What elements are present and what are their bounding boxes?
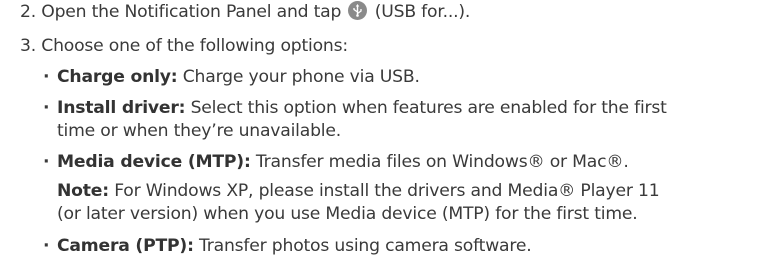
- usb-icon: [348, 1, 368, 20]
- note-label: Note:: [57, 181, 109, 201]
- option-label: Install driver:: [57, 98, 186, 118]
- note-cont: (or later version) when you use Media de…: [57, 203, 638, 225]
- option-camera: Camera (PTP): Transfer photos using came…: [57, 235, 532, 257]
- step-number: 3.: [20, 36, 36, 56]
- bullet: ·: [43, 67, 50, 87]
- option-description: Charge your phone via USB.: [182, 67, 420, 87]
- option-install-driver-cont: time or when they’re unavailable.: [57, 120, 341, 142]
- option-description: Transfer photos using camera software.: [199, 236, 532, 256]
- note-text-cont: (or later version) when you use Media de…: [57, 204, 638, 224]
- option-label: Camera (PTP):: [57, 236, 194, 256]
- option-label: Media device (MTP):: [57, 152, 251, 172]
- step-text-after: (USB for...).: [374, 2, 471, 22]
- option-install-driver: Install driver: Select this option when …: [57, 97, 667, 119]
- option-description: Transfer media files on Windows® or Mac®…: [255, 152, 629, 172]
- step-3: 3. Choose one of the following options:: [20, 35, 348, 57]
- step-text: Open the Notification Panel and tap: [41, 2, 342, 22]
- note: Note: For Windows XP, please install the…: [57, 180, 660, 202]
- bullet: ·: [43, 236, 50, 256]
- bullet: ·: [43, 152, 50, 172]
- option-description-cont: time or when they’re unavailable.: [57, 121, 342, 141]
- note-text: For Windows XP, please install the drive…: [114, 181, 660, 201]
- option-charge-only: Charge only: Charge your phone via USB.: [57, 66, 420, 88]
- bullet: ·: [43, 98, 50, 118]
- step-text: Choose one of the following options:: [41, 36, 348, 56]
- option-label: Charge only:: [57, 67, 178, 87]
- step-number: 2.: [20, 2, 36, 22]
- option-description: Select this option when features are ena…: [190, 98, 667, 118]
- step-2: 2. Open the Notification Panel and tap (…: [20, 1, 470, 23]
- option-media-device: Media device (MTP): Transfer media files…: [57, 151, 629, 173]
